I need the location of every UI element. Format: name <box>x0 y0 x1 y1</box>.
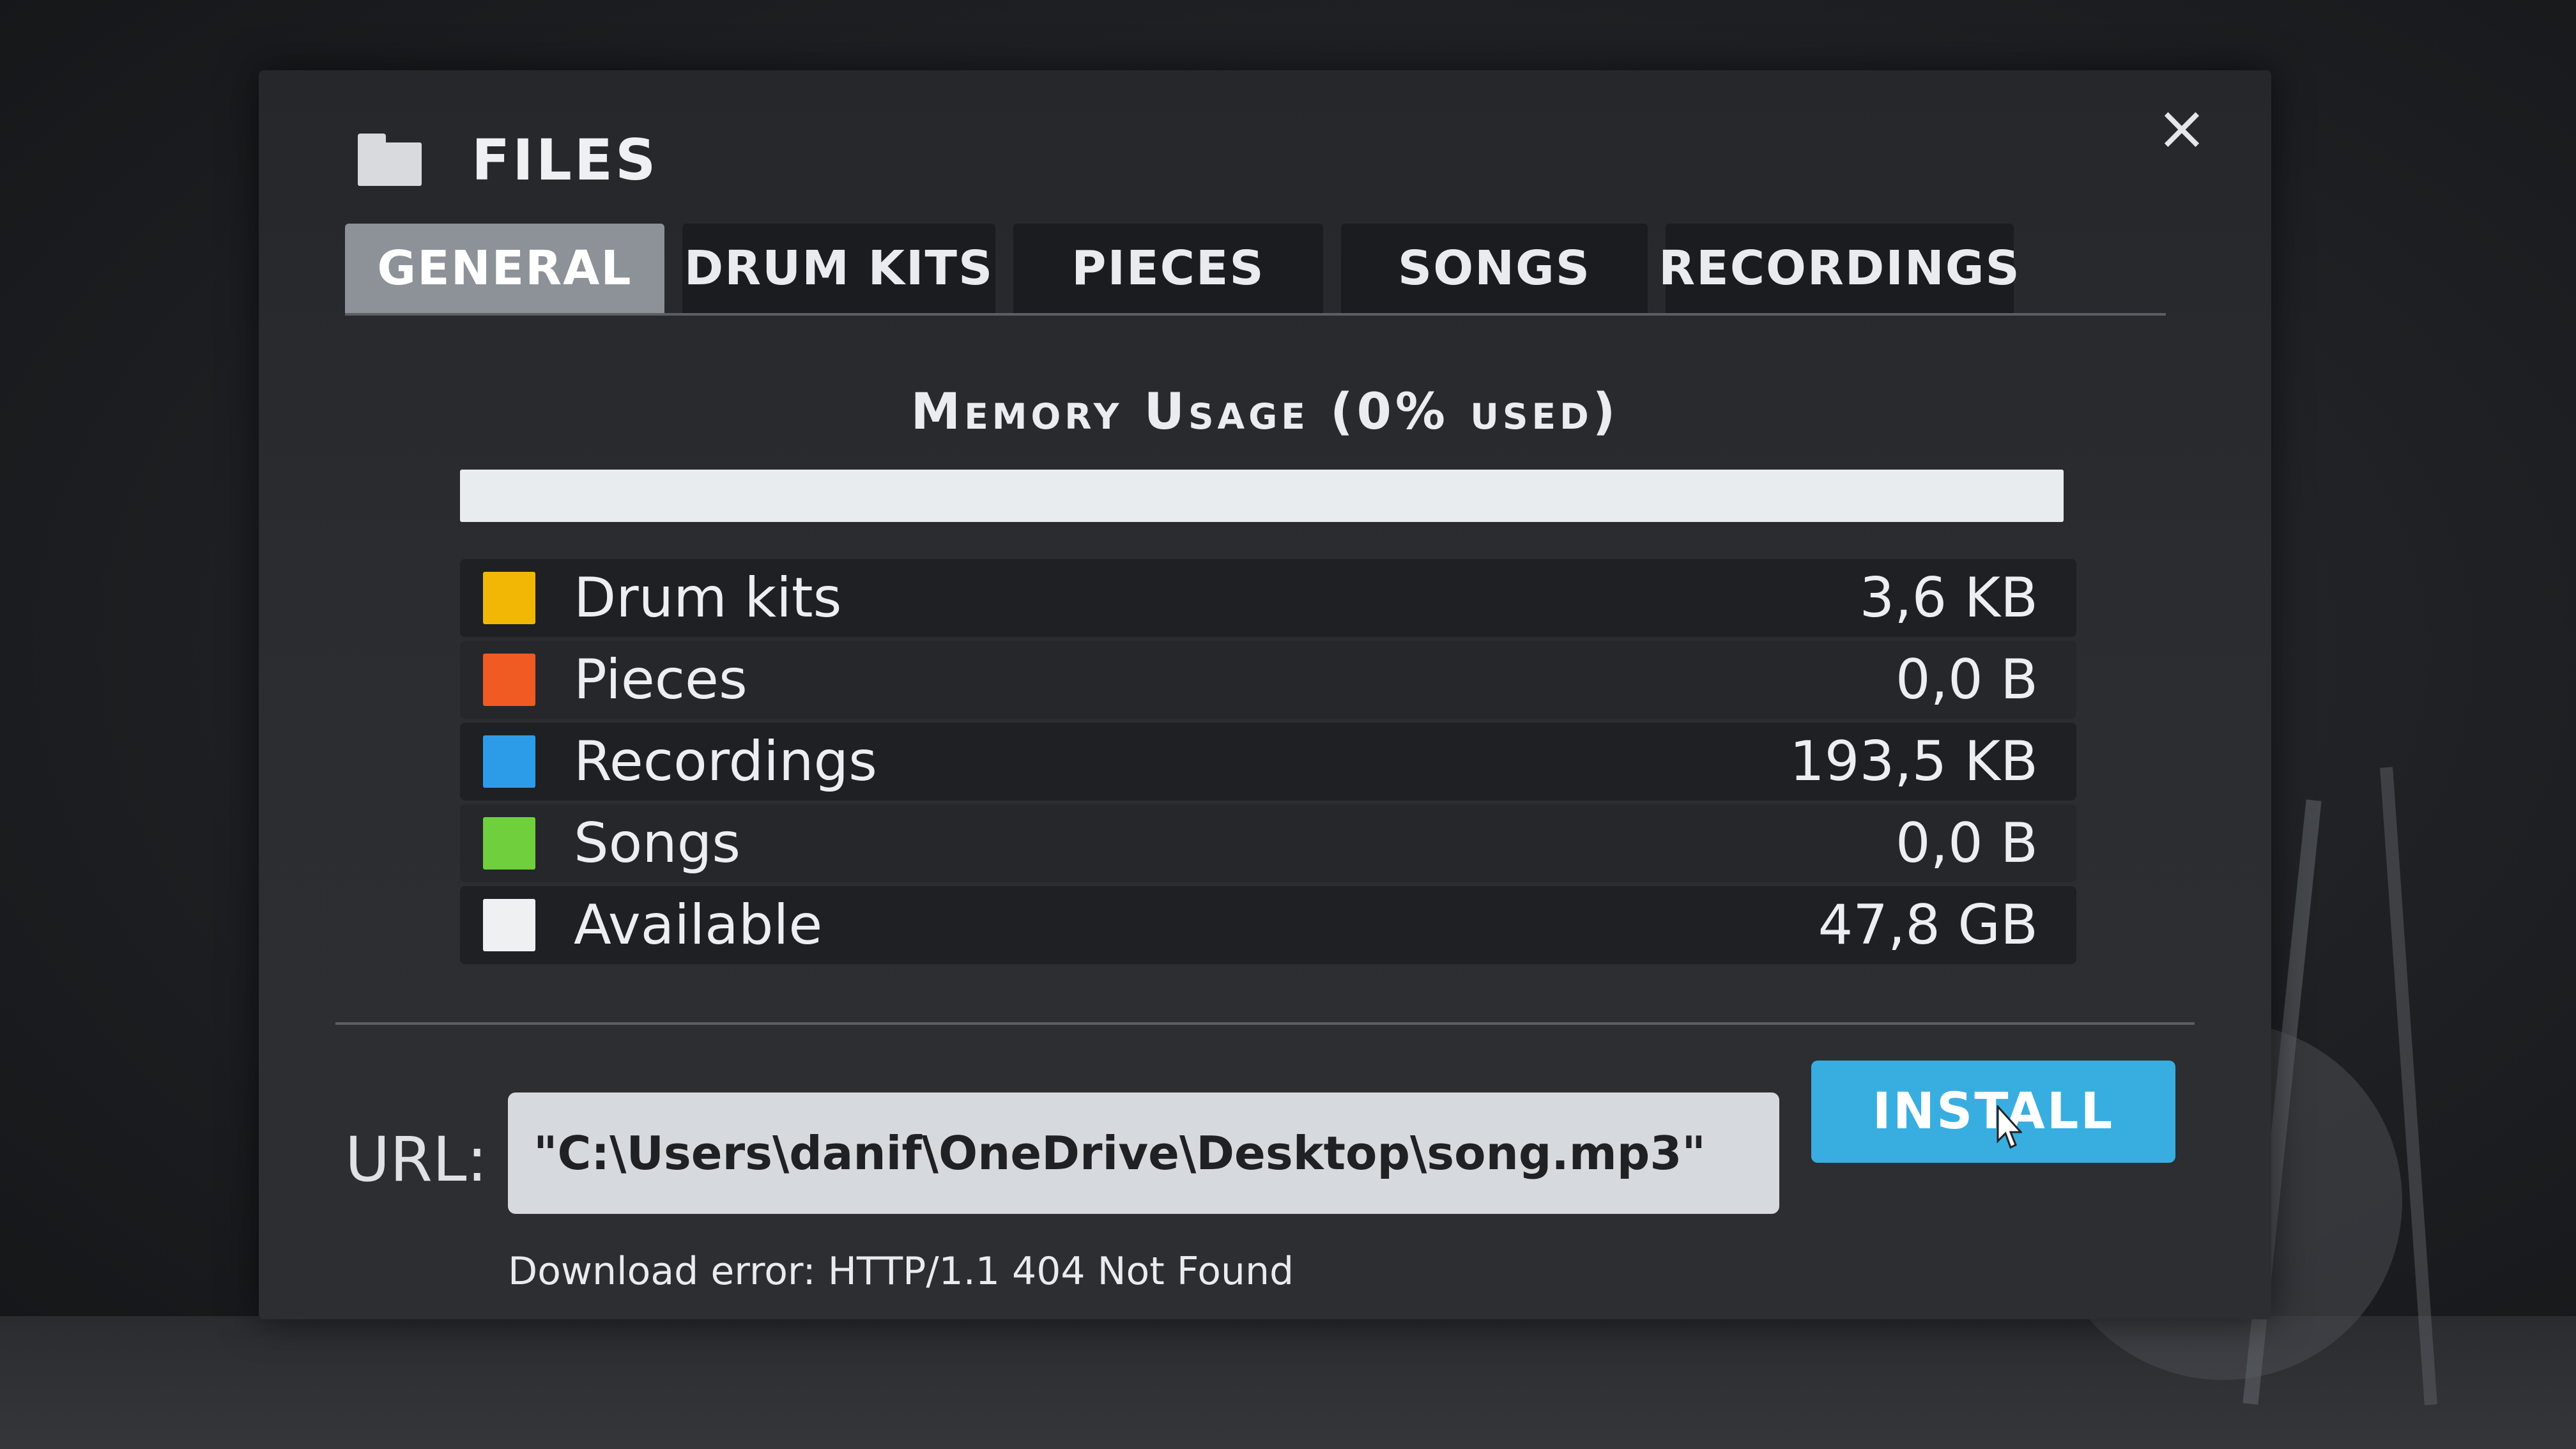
folder-icon <box>358 134 422 186</box>
memory-usage-bar <box>460 470 2064 522</box>
files-dialog: FILES × GENERAL DRUM KITS PIECES SONGS R… <box>259 70 2271 1319</box>
tab-pieces[interactable]: PIECES <box>1013 224 1323 313</box>
dialog-title: FILES <box>471 126 659 193</box>
songs-color-swatch <box>483 817 535 870</box>
download-error-message: Download error: HTTP/1.1 404 Not Found <box>508 1249 1294 1294</box>
legend-row-recordings: Recordings 193,5 KB <box>460 723 2076 801</box>
legend-label: Drum kits <box>574 566 842 630</box>
memory-legend: Drum kits 3,6 KB Pieces 0,0 B Recordings… <box>460 559 2076 968</box>
available-color-swatch <box>483 899 535 951</box>
dialog-header: FILES <box>358 115 658 204</box>
legend-value: 193,5 KB <box>1790 730 2038 793</box>
legend-value: 3,6 KB <box>1859 566 2039 630</box>
legend-row-songs: Songs 0,0 B <box>460 804 2076 882</box>
close-icon[interactable]: × <box>2143 89 2220 166</box>
legend-row-available: Available 47,8 GB <box>460 886 2076 964</box>
recordings-color-swatch <box>483 735 535 788</box>
tab-recordings[interactable]: RECORDINGS <box>1659 224 2020 313</box>
mouse-cursor-icon <box>1997 1105 2022 1149</box>
legend-row-pieces: Pieces 0,0 B <box>460 641 2076 719</box>
legend-row-drum-kits: Drum kits 3,6 KB <box>460 559 2076 637</box>
legend-label: Recordings <box>574 730 877 793</box>
memory-usage-title: Memory Usage (0% used) <box>910 383 1620 441</box>
tab-divider <box>345 313 2166 316</box>
url-label: URL: <box>345 1124 487 1195</box>
tab-drum-kits[interactable]: DRUM KITS <box>682 224 995 313</box>
legend-value: 47,8 GB <box>1818 893 2038 957</box>
section-divider <box>335 1022 2195 1025</box>
install-button[interactable]: INSTALL <box>1811 1061 2175 1163</box>
legend-label: Songs <box>574 811 741 875</box>
legend-value: 0,0 B <box>1895 648 2038 712</box>
legend-label: Available <box>574 893 823 957</box>
tab-general[interactable]: GENERAL <box>345 224 664 313</box>
tab-bar: GENERAL DRUM KITS PIECES SONGS RECORDING… <box>345 224 2020 313</box>
tab-songs[interactable]: SONGS <box>1341 224 1648 313</box>
url-input[interactable] <box>508 1092 1779 1214</box>
drum-kits-color-swatch <box>483 572 535 624</box>
pieces-color-swatch <box>483 654 535 706</box>
legend-value: 0,0 B <box>1895 811 2038 875</box>
legend-label: Pieces <box>574 648 747 712</box>
